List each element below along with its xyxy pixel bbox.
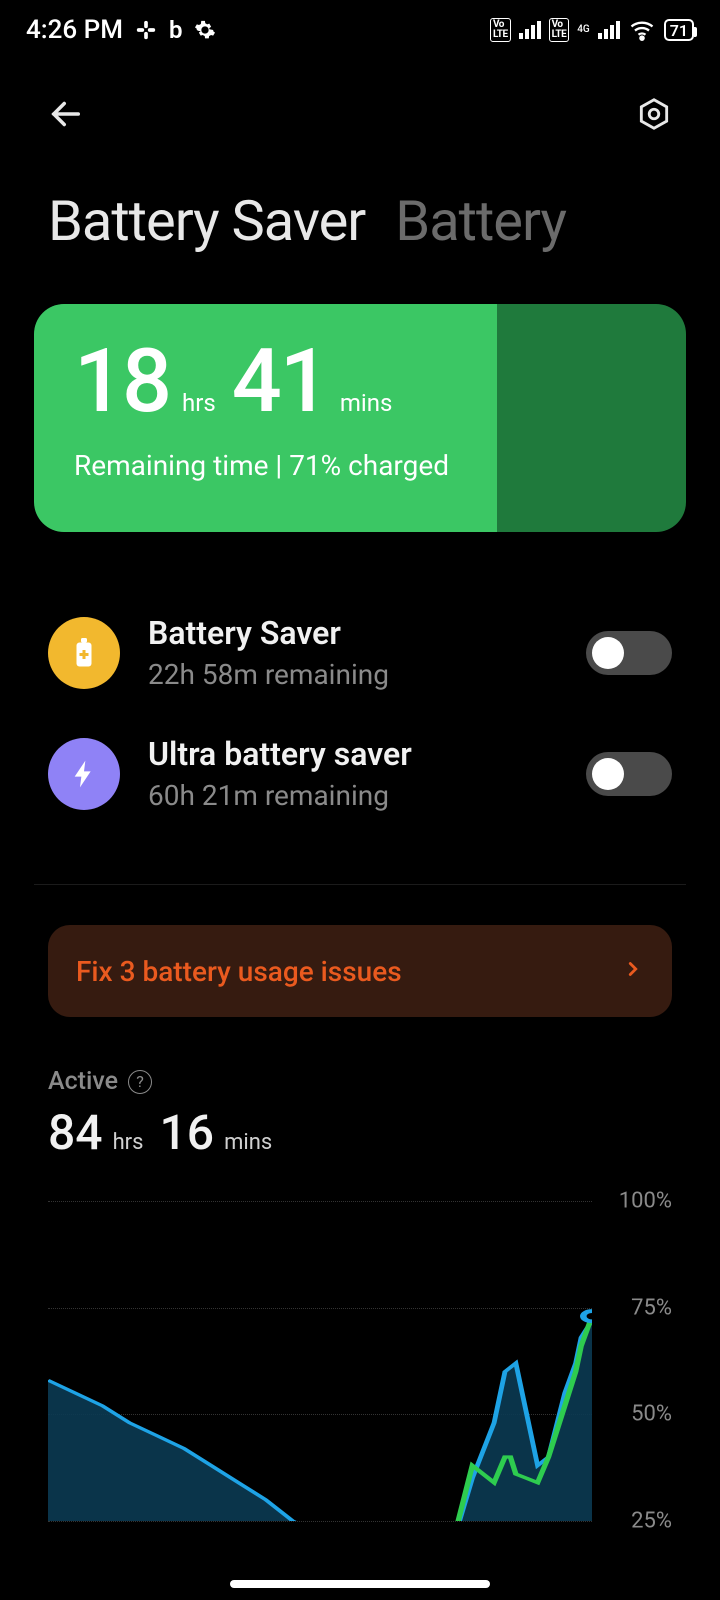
- status-time: 4:26 PM: [26, 15, 123, 45]
- bolt-icon: [48, 738, 120, 810]
- volte-icon-1: VoLTE: [490, 18, 511, 42]
- active-hours-unit: hrs: [113, 1130, 144, 1155]
- ytick-25: 25%: [631, 1509, 672, 1534]
- chevron-right-icon: [622, 958, 644, 984]
- battery-saver-toggle[interactable]: [586, 631, 672, 675]
- battery-chart[interactable]: 100% 75% 50% 25%: [48, 1201, 672, 1521]
- home-indicator[interactable]: [230, 1580, 490, 1588]
- page-tabs: Battery Saver Battery: [0, 148, 720, 304]
- signal-icon-2: [598, 21, 620, 39]
- active-hours: 84: [48, 1104, 103, 1161]
- remaining-hours: 18: [74, 338, 170, 426]
- settings-button[interactable]: [630, 90, 678, 138]
- chart-y-axis: 100% 75% 50% 25%: [600, 1201, 672, 1521]
- ytick-50: 50%: [631, 1402, 672, 1427]
- help-icon[interactable]: ?: [128, 1070, 152, 1094]
- option-title: Ultra battery saver: [148, 735, 558, 773]
- ytick-100: 100%: [619, 1189, 672, 1214]
- volte-icon-2: VoLTE: [549, 18, 570, 42]
- option-subtitle: 22h 58m remaining: [148, 658, 558, 691]
- tab-battery[interactable]: Battery: [395, 188, 566, 254]
- hours-unit: hrs: [182, 389, 216, 417]
- option-title: Battery Saver: [148, 614, 558, 652]
- option-subtitle: 60h 21m remaining: [148, 779, 558, 812]
- mins-unit: mins: [340, 389, 393, 417]
- battery-plus-icon: [48, 617, 120, 689]
- remaining-time-card[interactable]: 18 hrs 41 mins Remaining time | 71% char…: [34, 304, 686, 532]
- remaining-mins: 41: [232, 338, 328, 426]
- fix-issues-label: Fix 3 battery usage issues: [76, 955, 402, 988]
- option-ultra-battery-saver[interactable]: Ultra battery saver 60h 21m remaining: [48, 713, 672, 834]
- slack-icon: [135, 19, 157, 41]
- signal-icon-1: [519, 21, 541, 39]
- active-stats: Active ? 84 hrs 16 mins: [0, 1067, 720, 1161]
- ytick-75: 75%: [631, 1295, 672, 1320]
- status-bar: 4:26 PM b VoLTE VoLTE 4G 71: [0, 0, 720, 60]
- option-battery-saver[interactable]: Battery Saver 22h 58m remaining: [48, 592, 672, 713]
- divider: [34, 884, 686, 885]
- gear-icon: [194, 19, 216, 41]
- battery-indicator: 71: [664, 19, 694, 41]
- active-mins-unit: mins: [224, 1130, 272, 1155]
- remaining-subtitle: Remaining time | 71% charged: [74, 449, 646, 482]
- active-mins: 16: [160, 1104, 215, 1161]
- ultra-saver-toggle[interactable]: [586, 752, 672, 796]
- active-label: Active: [48, 1067, 118, 1096]
- back-button[interactable]: [42, 90, 90, 138]
- wifi-icon: [628, 16, 656, 44]
- tab-battery-saver[interactable]: Battery Saver: [48, 188, 365, 254]
- net-type: 4G: [577, 26, 590, 34]
- fix-issues-button[interactable]: Fix 3 battery usage issues: [48, 925, 672, 1017]
- app-icon: b: [169, 16, 183, 44]
